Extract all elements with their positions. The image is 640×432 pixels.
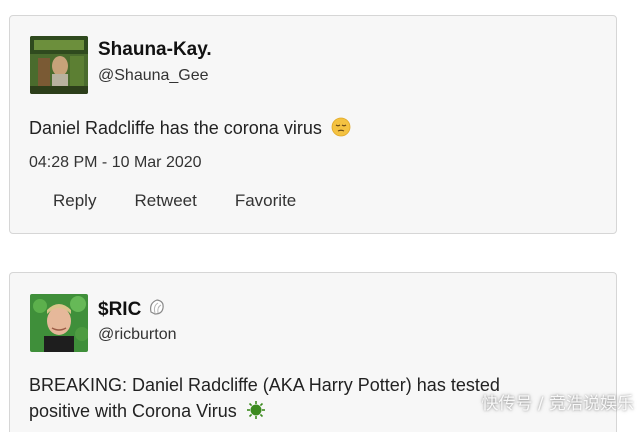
tweet-timestamp[interactable]: 04:28 PM - 10 Mar 2020 <box>29 154 202 172</box>
user-handle[interactable]: @ricburton <box>98 326 177 344</box>
avatar[interactable] <box>30 294 88 352</box>
tweet-card: Shauna-Kay. @Shauna_Gee Daniel Radcliffe… <box>9 15 617 234</box>
watermark: 快传号 / 竞浩说娱乐 <box>481 394 634 414</box>
reply-button[interactable]: Reply <box>53 191 96 211</box>
favorite-button[interactable]: Favorite <box>235 191 296 211</box>
pensive-face-icon <box>331 117 351 144</box>
avatar[interactable] <box>30 36 88 94</box>
tweet-actions: Reply Retweet Favorite <box>53 191 296 211</box>
display-name[interactable]: $RIC <box>98 297 167 323</box>
display-name[interactable]: Shauna-Kay. <box>98 39 212 61</box>
display-name-text: $RIC <box>98 299 142 320</box>
user-handle[interactable]: @Shauna_Gee <box>98 67 209 85</box>
shell-icon <box>147 297 167 323</box>
tweet-text-content: positive with Corona Virus <box>29 401 237 421</box>
display-name-text: Shauna-Kay. <box>98 39 212 60</box>
tweet-text: Daniel Radcliffe has the corona virus <box>29 115 351 144</box>
retweet-button[interactable]: Retweet <box>134 191 196 211</box>
virus-icon <box>246 400 266 427</box>
tweet-text-content: Daniel Radcliffe has the corona virus <box>29 118 322 138</box>
